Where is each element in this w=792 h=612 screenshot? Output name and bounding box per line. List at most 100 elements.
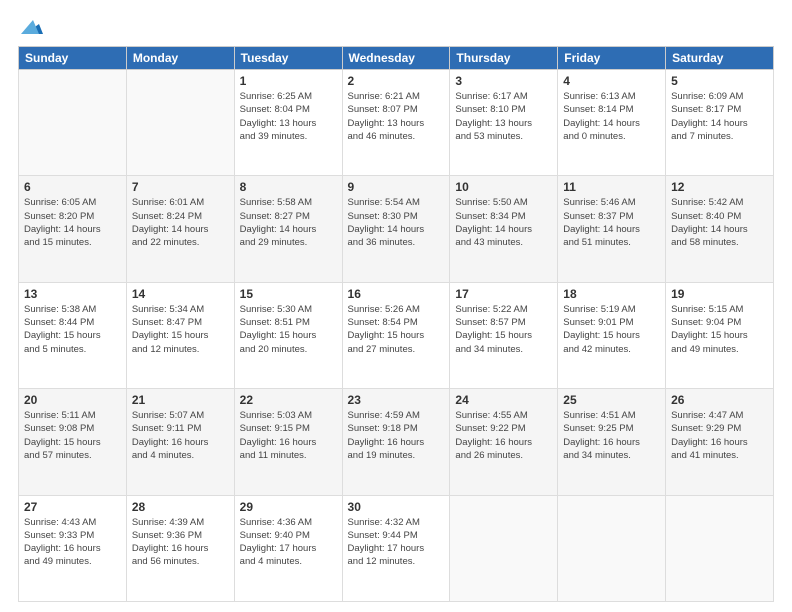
day-info: Sunrise: 6:25 AM Sunset: 8:04 PM Dayligh… (240, 90, 337, 143)
calendar-cell (450, 495, 558, 601)
page: SundayMondayTuesdayWednesdayThursdayFrid… (0, 0, 792, 612)
day-number: 16 (348, 287, 445, 301)
calendar-cell: 15 Sunrise: 5:30 AM Sunset: 8:51 PM Dayli… (234, 282, 342, 388)
calendar-cell: 22 Sunrise: 5:03 AM Sunset: 9:15 PM Dayli… (234, 389, 342, 495)
day-number: 8 (240, 180, 337, 194)
day-info: Sunrise: 5:26 AM Sunset: 8:54 PM Dayligh… (348, 303, 445, 356)
day-info: Sunrise: 4:32 AM Sunset: 9:44 PM Dayligh… (348, 516, 445, 569)
day-number: 13 (24, 287, 121, 301)
calendar-cell: 12 Sunrise: 5:42 AM Sunset: 8:40 PM Dayli… (666, 176, 774, 282)
calendar-week-row: 1 Sunrise: 6:25 AM Sunset: 8:04 PM Daylig… (19, 70, 774, 176)
day-info: Sunrise: 5:38 AM Sunset: 8:44 PM Dayligh… (24, 303, 121, 356)
day-number: 27 (24, 500, 121, 514)
day-number: 24 (455, 393, 552, 407)
day-info: Sunrise: 5:30 AM Sunset: 8:51 PM Dayligh… (240, 303, 337, 356)
calendar-cell: 29 Sunrise: 4:36 AM Sunset: 9:40 PM Dayli… (234, 495, 342, 601)
day-number: 6 (24, 180, 121, 194)
calendar-cell: 20 Sunrise: 5:11 AM Sunset: 9:08 PM Dayli… (19, 389, 127, 495)
calendar-cell: 11Sunrise: 5:46 AM Sunset: 8:37 PM Dayli… (558, 176, 666, 282)
day-info: Sunrise: 5:03 AM Sunset: 9:15 PM Dayligh… (240, 409, 337, 462)
day-info: Sunrise: 5:19 AM Sunset: 9:01 PM Dayligh… (563, 303, 660, 356)
day-number: 22 (240, 393, 337, 407)
day-info: Sunrise: 6:01 AM Sunset: 8:24 PM Dayligh… (132, 196, 229, 249)
calendar-cell: 1 Sunrise: 6:25 AM Sunset: 8:04 PM Daylig… (234, 70, 342, 176)
day-info: Sunrise: 5:58 AM Sunset: 8:27 PM Dayligh… (240, 196, 337, 249)
day-number: 21 (132, 393, 229, 407)
calendar-cell: 13 Sunrise: 5:38 AM Sunset: 8:44 PM Dayli… (19, 282, 127, 388)
day-number: 10 (455, 180, 552, 194)
day-info: Sunrise: 4:51 AM Sunset: 9:25 PM Dayligh… (563, 409, 660, 462)
day-number: 15 (240, 287, 337, 301)
day-info: Sunrise: 6:17 AM Sunset: 8:10 PM Dayligh… (455, 90, 552, 143)
header (18, 18, 774, 36)
day-info: Sunrise: 5:22 AM Sunset: 8:57 PM Dayligh… (455, 303, 552, 356)
day-info: Sunrise: 6:21 AM Sunset: 8:07 PM Dayligh… (348, 90, 445, 143)
day-info: Sunrise: 6:13 AM Sunset: 8:14 PM Dayligh… (563, 90, 660, 143)
day-number: 14 (132, 287, 229, 301)
day-number: 12 (671, 180, 768, 194)
day-number: 4 (563, 74, 660, 88)
day-info: Sunrise: 5:42 AM Sunset: 8:40 PM Dayligh… (671, 196, 768, 249)
day-number: 23 (348, 393, 445, 407)
calendar-header-wednesday: Wednesday (342, 47, 450, 70)
calendar-cell: 24 Sunrise: 4:55 AM Sunset: 9:22 PM Dayli… (450, 389, 558, 495)
day-info: Sunrise: 5:11 AM Sunset: 9:08 PM Dayligh… (24, 409, 121, 462)
day-info: Sunrise: 5:07 AM Sunset: 9:11 PM Dayligh… (132, 409, 229, 462)
day-info: Sunrise: 4:55 AM Sunset: 9:22 PM Dayligh… (455, 409, 552, 462)
calendar-cell: 28Sunrise: 4:39 AM Sunset: 9:36 PM Dayli… (126, 495, 234, 601)
calendar-cell: 8 Sunrise: 5:58 AM Sunset: 8:27 PM Daylig… (234, 176, 342, 282)
calendar-cell (19, 70, 127, 176)
calendar-header-saturday: Saturday (666, 47, 774, 70)
day-number: 25 (563, 393, 660, 407)
day-number: 2 (348, 74, 445, 88)
day-number: 3 (455, 74, 552, 88)
day-number: 7 (132, 180, 229, 194)
calendar-cell: 4 Sunrise: 6:13 AM Sunset: 8:14 PM Daylig… (558, 70, 666, 176)
calendar-cell: 27 Sunrise: 4:43 AM Sunset: 9:33 PM Dayli… (19, 495, 127, 601)
day-info: Sunrise: 6:09 AM Sunset: 8:17 PM Dayligh… (671, 90, 768, 143)
day-info: Sunrise: 6:05 AM Sunset: 8:20 PM Dayligh… (24, 196, 121, 249)
calendar-cell: 18 Sunrise: 5:19 AM Sunset: 9:01 PM Dayli… (558, 282, 666, 388)
calendar-cell: 5 Sunrise: 6:09 AM Sunset: 8:17 PM Daylig… (666, 70, 774, 176)
calendar-week-row: 20 Sunrise: 5:11 AM Sunset: 9:08 PM Dayli… (19, 389, 774, 495)
day-number: 5 (671, 74, 768, 88)
day-number: 20 (24, 393, 121, 407)
day-number: 30 (348, 500, 445, 514)
calendar-cell: 7 Sunrise: 6:01 AM Sunset: 8:24 PM Daylig… (126, 176, 234, 282)
day-info: Sunrise: 4:36 AM Sunset: 9:40 PM Dayligh… (240, 516, 337, 569)
day-info: Sunrise: 5:54 AM Sunset: 8:30 PM Dayligh… (348, 196, 445, 249)
calendar-week-row: 6 Sunrise: 6:05 AM Sunset: 8:20 PM Daylig… (19, 176, 774, 282)
calendar-cell: 10 Sunrise: 5:50 AM Sunset: 8:34 PM Dayli… (450, 176, 558, 282)
day-info: Sunrise: 5:34 AM Sunset: 8:47 PM Dayligh… (132, 303, 229, 356)
calendar-cell: 17Sunrise: 5:22 AM Sunset: 8:57 PM Dayli… (450, 282, 558, 388)
logo (18, 18, 43, 36)
calendar-header-friday: Friday (558, 47, 666, 70)
calendar-header-tuesday: Tuesday (234, 47, 342, 70)
logo-icon (21, 18, 43, 36)
calendar: SundayMondayTuesdayWednesdayThursdayFrid… (18, 46, 774, 602)
calendar-cell: 16 Sunrise: 5:26 AM Sunset: 8:54 PM Dayli… (342, 282, 450, 388)
calendar-cell: 9Sunrise: 5:54 AM Sunset: 8:30 PM Daylig… (342, 176, 450, 282)
day-number: 1 (240, 74, 337, 88)
calendar-cell (126, 70, 234, 176)
calendar-header-row: SundayMondayTuesdayWednesdayThursdayFrid… (19, 47, 774, 70)
calendar-cell: 2 Sunrise: 6:21 AM Sunset: 8:07 PM Daylig… (342, 70, 450, 176)
day-number: 19 (671, 287, 768, 301)
calendar-cell: 6 Sunrise: 6:05 AM Sunset: 8:20 PM Daylig… (19, 176, 127, 282)
calendar-header-monday: Monday (126, 47, 234, 70)
day-number: 11 (563, 180, 660, 194)
calendar-cell: 21 Sunrise: 5:07 AM Sunset: 9:11 PM Dayli… (126, 389, 234, 495)
day-number: 18 (563, 287, 660, 301)
calendar-week-row: 27 Sunrise: 4:43 AM Sunset: 9:33 PM Dayli… (19, 495, 774, 601)
day-info: Sunrise: 4:59 AM Sunset: 9:18 PM Dayligh… (348, 409, 445, 462)
day-info: Sunrise: 4:43 AM Sunset: 9:33 PM Dayligh… (24, 516, 121, 569)
day-number: 28 (132, 500, 229, 514)
calendar-cell: 14 Sunrise: 5:34 AM Sunset: 8:47 PM Dayli… (126, 282, 234, 388)
calendar-cell: 26Sunrise: 4:47 AM Sunset: 9:29 PM Dayli… (666, 389, 774, 495)
day-number: 26 (671, 393, 768, 407)
calendar-cell: 23 Sunrise: 4:59 AM Sunset: 9:18 PM Dayli… (342, 389, 450, 495)
calendar-cell: 25 Sunrise: 4:51 AM Sunset: 9:25 PM Dayli… (558, 389, 666, 495)
day-info: Sunrise: 5:50 AM Sunset: 8:34 PM Dayligh… (455, 196, 552, 249)
calendar-cell: 3 Sunrise: 6:17 AM Sunset: 8:10 PM Daylig… (450, 70, 558, 176)
day-number: 29 (240, 500, 337, 514)
